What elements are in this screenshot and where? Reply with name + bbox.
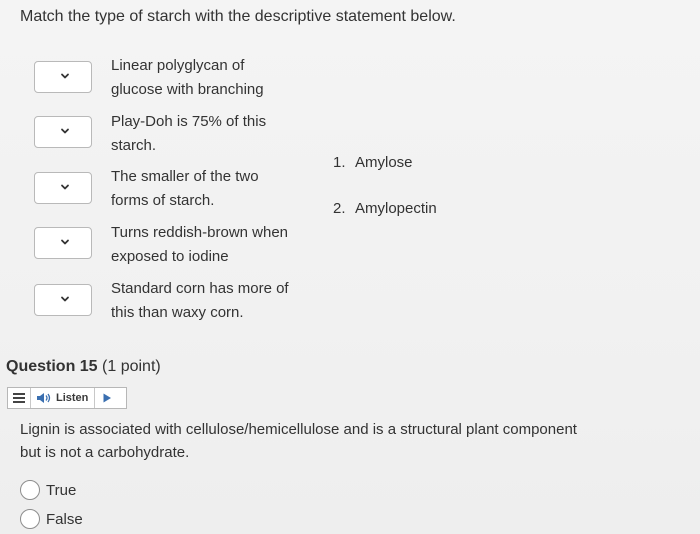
chevron-down-icon: [61, 296, 69, 302]
statement-line: this than waxy corn.: [111, 304, 244, 321]
match-row: Play-Doh is 75% of this starch.: [34, 110, 334, 158]
statement-line: starch.: [111, 137, 157, 154]
match-select-5[interactable]: [34, 284, 92, 316]
radio-button[interactable]: [20, 480, 40, 500]
statement-line: The smaller of the two: [111, 168, 259, 185]
instructions-text: Match the type of starch with the descri…: [20, 8, 456, 25]
answer-item-amylose: 1. Amylose: [333, 154, 413, 171]
answer-label: Amylopectin: [355, 200, 437, 217]
statement-line: Turns reddish-brown when: [111, 224, 289, 241]
match-row: Standard corn has more of this than waxy…: [34, 277, 334, 325]
option-label: True: [46, 481, 77, 499]
answer-item-amylopectin: 2. Amylopectin: [333, 200, 437, 217]
statement-line: Standard corn has more of: [111, 280, 289, 297]
match-row: The smaller of the two forms of starch.: [34, 165, 334, 213]
chevron-down-icon: [61, 239, 69, 245]
radio-button[interactable]: [20, 509, 40, 529]
listen-label: Listen: [56, 392, 89, 404]
option-true[interactable]: True: [20, 479, 76, 501]
speaker-icon: [37, 393, 51, 403]
question-body: Lignin is associated with cellulose/hemi…: [20, 418, 640, 464]
match-statement: Turns reddish-brown when exposed to iodi…: [111, 221, 321, 269]
match-select-3[interactable]: [34, 172, 92, 204]
match-select-4[interactable]: [34, 227, 92, 259]
listen-toolbar: Listen: [7, 387, 127, 409]
question-header: Question 15 (1 point): [6, 358, 161, 376]
answer-label: Amylose: [355, 154, 413, 171]
statement-line: Play-Doh is 75% of this: [111, 113, 267, 130]
answer-number: 1.: [333, 154, 346, 171]
statement-line: forms of starch.: [111, 192, 215, 209]
listen-button[interactable]: Listen: [31, 388, 96, 408]
match-select-1[interactable]: [34, 61, 92, 93]
match-statement: Play-Doh is 75% of this starch.: [111, 110, 321, 158]
question-text-line: Lignin is associated with cellulose/hemi…: [20, 421, 577, 438]
question-text-line: but is not a carbohydrate.: [20, 444, 190, 461]
statement-line: glucose with branching: [111, 81, 264, 98]
match-statement: Linear polyglycan of glucose with branch…: [111, 54, 321, 102]
answer-number: 2.: [333, 200, 346, 217]
menu-icon[interactable]: [8, 388, 31, 408]
match-row: Linear polyglycan of glucose with branch…: [34, 54, 334, 102]
question-points: (1 point): [102, 358, 161, 375]
chevron-down-icon: [61, 73, 69, 79]
chevron-down-icon: [61, 128, 69, 134]
play-button[interactable]: [95, 388, 119, 408]
option-label: False: [46, 510, 83, 528]
match-statement: Standard corn has more of this than waxy…: [111, 277, 321, 325]
play-icon: [103, 393, 112, 403]
statement-line: exposed to iodine: [111, 248, 229, 265]
page: Match the type of starch with the descri…: [0, 0, 700, 534]
match-select-2[interactable]: [34, 116, 92, 148]
match-statement: The smaller of the two forms of starch.: [111, 165, 321, 213]
question-title: Question 15: [6, 358, 98, 375]
match-row: Turns reddish-brown when exposed to iodi…: [34, 221, 334, 269]
chevron-down-icon: [61, 184, 69, 190]
statement-line: Linear polyglycan of: [111, 57, 245, 74]
option-false[interactable]: False: [20, 508, 83, 530]
